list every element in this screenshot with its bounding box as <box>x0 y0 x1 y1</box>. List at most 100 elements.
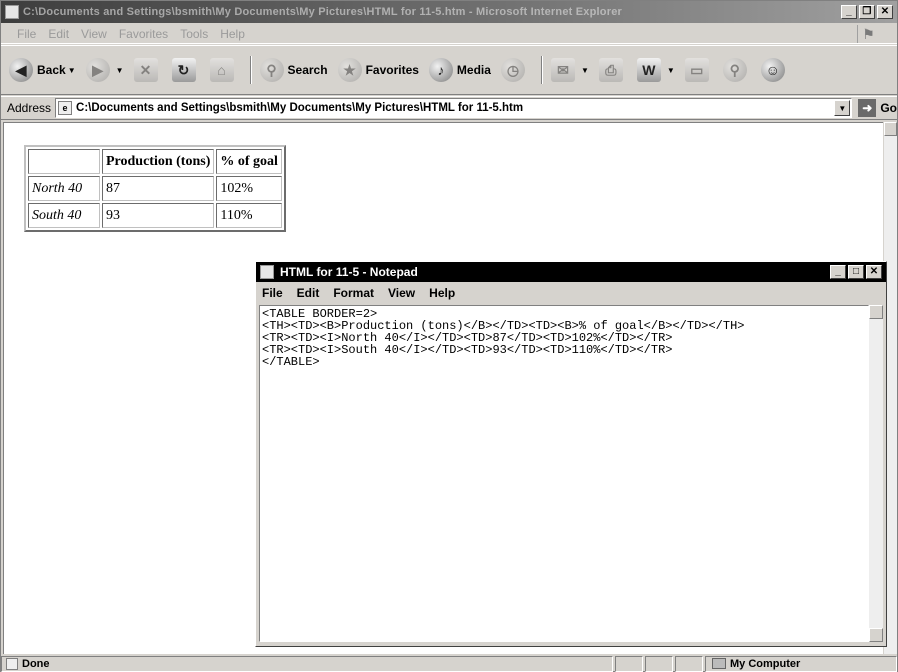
status-done-panel: Done <box>1 655 613 672</box>
history-icon: ◷ <box>500 58 525 82</box>
messenger-icon: ☺ <box>760 58 785 82</box>
history-button[interactable]: ◷ <box>500 58 529 82</box>
forward-arrow-icon: ▶ <box>85 58 110 82</box>
mail-icon: ✉ <box>550 58 575 82</box>
toolbar-separator <box>249 56 252 84</box>
page-icon: e <box>58 101 73 115</box>
status-text: Done <box>22 657 50 670</box>
table-cell: 110% <box>216 203 282 228</box>
menu-edit[interactable]: Edit <box>48 27 69 41</box>
ie-window: C:\Documents and Settings\bsmith\My Docu… <box>0 0 898 672</box>
back-label: Back <box>37 63 66 77</box>
discuss-icon: ▭ <box>684 58 709 82</box>
research-button[interactable]: ⚲ <box>722 58 751 82</box>
media-label: Media <box>456 63 491 77</box>
ie-window-title: C:\Documents and Settings\bsmith\My Docu… <box>23 6 622 18</box>
notepad-maximize-button[interactable]: □ <box>848 265 864 279</box>
research-icon: ⚲ <box>722 58 747 82</box>
notepad-menu-edit[interactable]: Edit <box>297 286 320 300</box>
zone-text: My Computer <box>730 657 801 670</box>
ie-title-bar[interactable]: C:\Documents and Settings\bsmith\My Docu… <box>1 1 897 23</box>
address-label: Address <box>7 101 52 115</box>
refresh-icon: ↻ <box>171 58 196 82</box>
table-cell: 93 <box>102 203 215 228</box>
table-cell: South 40 <box>28 203 100 228</box>
computer-icon <box>712 658 726 669</box>
menu-view[interactable]: View <box>81 27 107 41</box>
print-icon: ⎙ <box>598 58 623 82</box>
status-bar: Done My Computer <box>1 655 897 672</box>
back-button[interactable]: ◀ Back ▼ <box>9 58 76 82</box>
search-button[interactable]: ⚲ Search <box>259 58 328 82</box>
notepad-menu-help[interactable]: Help <box>429 286 455 300</box>
ie-toolbar: ◀ Back ▼ ▶ ▼ ✕ ↻ ⌂ ⚲ Search ★ Favorites … <box>1 45 897 95</box>
notepad-close-button[interactable]: ✕ <box>866 265 882 279</box>
address-bar: Address e C:\Documents and Settings\bsmi… <box>1 96 897 120</box>
security-zone-panel: My Computer <box>705 655 897 672</box>
address-dropdown-button[interactable]: ▼ <box>834 100 851 116</box>
notepad-menu-file[interactable]: File <box>262 286 283 300</box>
edit-button[interactable]: W ▼ <box>636 58 675 82</box>
status-panel <box>675 655 703 672</box>
go-label: Go <box>880 101 897 115</box>
search-icon: ⚲ <box>259 58 284 82</box>
notepad-menu-format[interactable]: Format <box>333 286 374 300</box>
favorites-label: Favorites <box>365 63 419 77</box>
notepad-title: HTML for 11-5 - Notepad <box>280 265 418 279</box>
chevron-down-icon: ▼ <box>580 65 589 75</box>
menu-tools[interactable]: Tools <box>180 27 208 41</box>
notepad-title-bar[interactable]: HTML for 11-5 - Notepad _ □ ✕ <box>256 262 886 282</box>
windows-logo-icon: ⚑ <box>857 25 879 43</box>
star-icon: ★ <box>337 58 362 82</box>
mail-button[interactable]: ✉ ▼ <box>550 58 589 82</box>
chevron-down-icon: ▼ <box>666 65 675 75</box>
home-icon: ⌂ <box>209 58 234 82</box>
ie-window-controls: _ ❐ ✕ <box>841 5 893 19</box>
minimize-button[interactable]: _ <box>841 5 857 19</box>
table-header-cell: % of goal <box>216 149 282 174</box>
notepad-icon <box>260 265 274 279</box>
status-panel <box>645 655 673 672</box>
media-icon: ♪ <box>428 58 453 82</box>
menu-help[interactable]: Help <box>220 27 245 41</box>
discuss-button[interactable]: ▭ <box>684 58 713 82</box>
media-button[interactable]: ♪ Media <box>428 58 491 82</box>
word-icon: W <box>636 58 661 82</box>
search-label: Search <box>287 63 328 77</box>
print-button[interactable]: ⎙ <box>598 58 627 82</box>
close-button[interactable]: ✕ <box>877 5 893 19</box>
refresh-button[interactable]: ↻ <box>171 58 200 82</box>
table-cell: 87 <box>102 176 215 201</box>
status-panel <box>615 655 643 672</box>
table-cell: North 40 <box>28 176 100 201</box>
scroll-up-button[interactable] <box>884 122 897 136</box>
notepad-minimize-button[interactable]: _ <box>830 265 846 279</box>
notepad-menu-view[interactable]: View <box>388 286 415 300</box>
notepad-window-controls: _ □ ✕ <box>830 265 882 279</box>
ie-app-icon <box>5 5 19 19</box>
go-arrow-icon: ➜ <box>858 99 877 117</box>
restore-button[interactable]: ❐ <box>859 5 875 19</box>
table-header-cell: Production (tons) <box>102 149 215 174</box>
menu-file[interactable]: File <box>17 27 36 41</box>
chevron-down-icon: ▼ <box>115 65 124 75</box>
messenger-button[interactable]: ☺ <box>760 58 789 82</box>
forward-button[interactable]: ▶ ▼ <box>85 58 124 82</box>
home-button[interactable]: ⌂ <box>209 58 238 82</box>
rendered-table: Production (tons) % of goal North 40 87 … <box>24 145 286 232</box>
table-header-cell <box>28 149 100 174</box>
toolbar-separator <box>540 56 543 84</box>
address-input[interactable]: e C:\Documents and Settings\bsmith\My Do… <box>55 98 853 118</box>
page-icon <box>6 657 18 670</box>
table-header-row: Production (tons) % of goal <box>28 149 282 174</box>
table-row: South 40 93 110% <box>28 203 282 228</box>
notepad-scroll-down-button[interactable] <box>869 628 883 642</box>
go-button[interactable]: ➜ Go <box>858 99 897 117</box>
menu-favorites[interactable]: Favorites <box>119 27 168 41</box>
notepad-scroll-up-button[interactable] <box>869 305 883 319</box>
notepad-menu-bar: File Edit Format View Help <box>256 283 886 303</box>
stop-button[interactable]: ✕ <box>133 58 162 82</box>
notepad-scrollbar[interactable] <box>869 305 883 642</box>
notepad-text-area[interactable]: <TABLE BORDER=2> <TH><TD><B>Production (… <box>259 305 869 642</box>
favorites-button[interactable]: ★ Favorites <box>337 58 419 82</box>
